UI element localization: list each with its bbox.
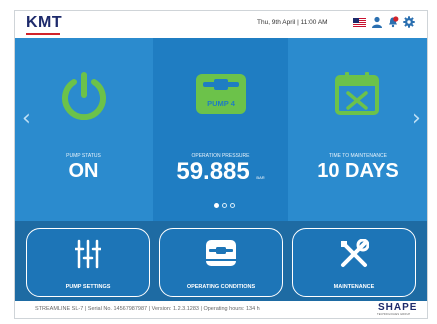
power-icon xyxy=(62,72,106,120)
us-flag-icon[interactable] xyxy=(353,18,366,27)
device-info: STREAMLINE SL-7 | Serial No. 14567987987… xyxy=(35,306,260,312)
pressure-unit: BAR xyxy=(256,175,265,180)
maintenance-label: MAINTENANCE xyxy=(333,284,375,290)
panel-operation-pressure: PUMP 4 OPERATION PRESSURE 59.885 BAR xyxy=(153,38,288,221)
calendar-wrench-icon xyxy=(335,72,379,115)
tools-icon xyxy=(341,239,369,267)
carousel-prev-arrow[interactable]: ‹ xyxy=(22,106,31,131)
operation-pressure-value: 59.885 xyxy=(176,158,250,185)
pump-status-label: PUMP STATUS xyxy=(66,153,101,159)
page-dot-1[interactable] xyxy=(214,203,219,208)
shape-logo: SHAPE xyxy=(378,302,418,313)
pump-icon: PUMP 4 xyxy=(196,74,246,114)
shape-logo-subtitle: TECHNOLOGIES GROUP xyxy=(377,313,411,316)
pump-settings-button[interactable]: PUMP SETTINGS xyxy=(26,228,150,297)
operating-conditions-label: OPERATING CONDITIONS xyxy=(186,284,256,290)
carousel-next-arrow[interactable]: › xyxy=(412,106,421,131)
carousel-pagination xyxy=(214,203,238,209)
tile-row: PUMP SETTINGS OPERATING CONDITIONS MAINT… xyxy=(14,221,428,301)
status-carousel: PUMP STATUS ON ‹ PUMP 4 OPERATION PRESSU… xyxy=(14,38,428,221)
gear-icon[interactable] xyxy=(403,16,415,28)
datetime: Thu, 9th April | 11:00 AM xyxy=(257,19,328,26)
app-frame: KMT Thu, 9th April | 11:00 AM PUMP STATU… xyxy=(14,10,428,319)
pump-status-value: ON xyxy=(68,160,99,182)
operating-conditions-button[interactable]: OPERATING CONDITIONS xyxy=(159,228,283,297)
maintenance-button[interactable]: MAINTENANCE xyxy=(292,228,416,297)
sliders-icon xyxy=(75,239,101,269)
footer-bar: STREAMLINE SL-7 | Serial No. 14567987987… xyxy=(14,301,428,319)
user-icon[interactable] xyxy=(371,16,383,28)
logo-underline xyxy=(26,33,60,35)
header-bar: KMT Thu, 9th April | 11:00 AM xyxy=(14,10,428,38)
panel-pump-status: PUMP STATUS ON ‹ xyxy=(14,38,153,221)
pump-icon-text: PUMP 4 xyxy=(207,99,236,108)
panel-time-to-maintenance: TIME TO MAINTENANCE 10 DAYS › xyxy=(288,38,428,221)
alert-icon[interactable] xyxy=(387,16,399,28)
operation-pressure-value-row: 59.885 BAR xyxy=(153,158,288,186)
pump-monitor-icon xyxy=(206,240,236,266)
pump-settings-label: PUMP SETTINGS xyxy=(65,284,111,290)
time-to-maintenance-label: TIME TO MAINTENANCE xyxy=(329,153,387,159)
kmt-logo: KMT xyxy=(26,14,63,31)
page-dot-2[interactable] xyxy=(222,203,227,208)
page-dot-3[interactable] xyxy=(230,203,235,208)
time-to-maintenance-value: 10 DAYS xyxy=(317,160,399,182)
